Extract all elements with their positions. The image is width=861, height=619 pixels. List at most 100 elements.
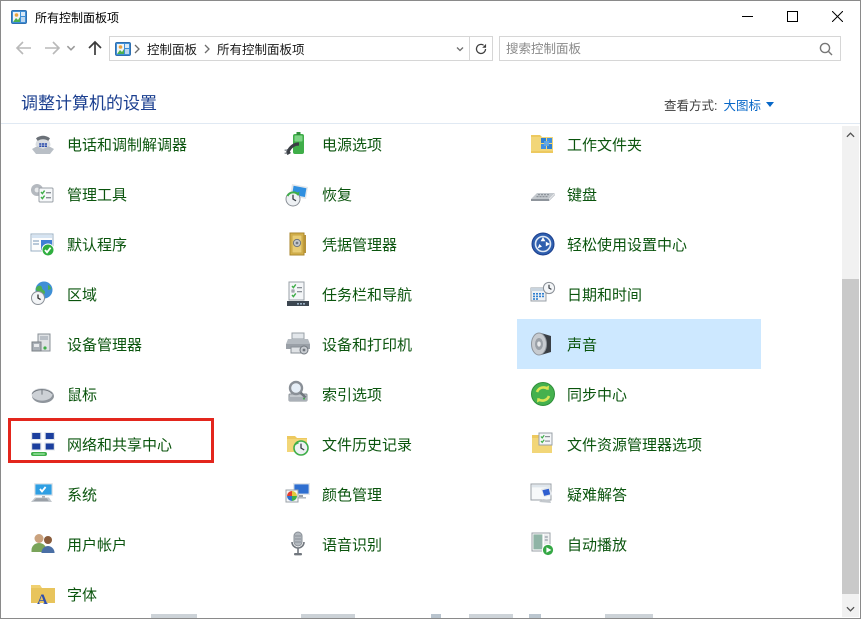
system-icon <box>29 480 57 508</box>
control-panel-item-file-history[interactable]: 文件历史记录 <box>272 419 512 469</box>
item-label: 键盘 <box>567 184 597 205</box>
item-label: 默认程序 <box>67 234 127 255</box>
admin-tools-icon <box>29 180 57 208</box>
control-panel-item-credential-manager[interactable]: 凭据管理器 <box>272 219 512 269</box>
partial-icon-fragment <box>469 614 513 619</box>
control-panel-item-troubleshooting[interactable]: 疑难解答 <box>517 469 761 519</box>
control-panel-item-default-programs[interactable]: 默认程序 <box>17 219 257 269</box>
items-column-3: 工作文件夹键盘轻松使用设置中心日期和时间声音同步中心文件资源管理器选项疑难解答自… <box>517 119 761 569</box>
partial-icon-fragment <box>431 614 441 619</box>
item-label: 凭据管理器 <box>322 234 397 255</box>
item-label: 日期和时间 <box>567 284 642 305</box>
search-box[interactable] <box>499 36 841 61</box>
sync-center-icon <box>529 380 557 408</box>
item-label: 颜色管理 <box>322 484 382 505</box>
control-panel-item-phone-and-modem[interactable]: 电话和调制解调器 <box>17 119 257 169</box>
control-panel-item-date-and-time[interactable]: 日期和时间 <box>517 269 761 319</box>
window-controls <box>725 1 860 32</box>
control-panel-item-taskbar-navigation[interactable]: 任务栏和导航 <box>272 269 512 319</box>
page-title: 调整计算机的设置 <box>21 89 157 114</box>
item-label: 区域 <box>67 284 97 305</box>
autoplay-icon <box>529 530 557 558</box>
svg-text:A: A <box>37 592 48 608</box>
partial-icon-fragment <box>529 614 541 619</box>
view-by-label: 查看方式: <box>664 95 717 114</box>
close-button[interactable] <box>815 1 860 32</box>
minimize-button[interactable] <box>725 1 770 32</box>
back-icon[interactable] <box>13 38 33 58</box>
speech-recognition-icon <box>284 530 312 558</box>
devices-and-printers-icon <box>284 330 312 358</box>
control-panel-item-work-folders[interactable]: 工作文件夹 <box>517 119 761 169</box>
breadcrumb-chevron-icon <box>133 43 141 55</box>
file-history-icon <box>284 430 312 458</box>
control-panel-icon <box>11 9 27 25</box>
forward-icon[interactable] <box>43 38 63 58</box>
item-label: 自动播放 <box>567 534 627 555</box>
item-label: 轻松使用设置中心 <box>567 234 687 255</box>
recent-locations-chevron-icon[interactable] <box>65 42 77 54</box>
date-and-time-icon <box>529 280 557 308</box>
scroll-down-icon[interactable] <box>842 600 859 617</box>
vertical-scrollbar[interactable] <box>842 126 859 617</box>
item-label: 索引选项 <box>322 384 382 405</box>
control-panel-item-region[interactable]: 区域 <box>17 269 257 319</box>
control-panel-item-network-sharing-center[interactable]: 网络和共享中心 <box>17 419 257 469</box>
search-icon[interactable] <box>818 41 834 57</box>
breadcrumb-all-items[interactable]: 所有控制面板项 <box>213 39 309 58</box>
power-options-icon <box>284 130 312 158</box>
control-panel-item-speech-recognition[interactable]: 语音识别 <box>272 519 512 569</box>
control-panel-item-color-management[interactable]: 颜色管理 <box>272 469 512 519</box>
partial-icon-fragment <box>151 614 197 619</box>
recovery-icon <box>284 180 312 208</box>
control-panel-item-mouse[interactable]: 鼠标 <box>17 369 257 419</box>
sound-icon <box>529 330 557 358</box>
control-panel-item-fonts[interactable]: A 字体 <box>17 569 257 619</box>
control-panel-item-autoplay[interactable]: 自动播放 <box>517 519 761 569</box>
user-accounts-icon <box>29 530 57 558</box>
item-label: 鼠标 <box>67 384 97 405</box>
maximize-button[interactable] <box>770 1 815 32</box>
default-programs-icon <box>29 230 57 258</box>
control-panel-item-admin-tools[interactable]: 管理工具 <box>17 169 257 219</box>
address-bar[interactable]: 控制面板 所有控制面板项 <box>109 36 493 61</box>
item-label: 设备和打印机 <box>322 334 412 355</box>
partial-icon-fragment <box>301 614 355 619</box>
item-label: 字体 <box>67 584 97 605</box>
control-panel-item-file-explorer-options[interactable]: 文件资源管理器选项 <box>517 419 761 469</box>
control-panel-item-sync-center[interactable]: 同步中心 <box>517 369 761 419</box>
items-column-2: 电源选项恢复凭据管理器任务栏和导航设备和打印机索引选项文件历史记录颜色管理语音识… <box>272 119 512 569</box>
scrollbar-thumb[interactable] <box>842 279 859 594</box>
scroll-up-icon[interactable] <box>842 126 859 143</box>
control-panel-item-keyboard[interactable]: 键盘 <box>517 169 761 219</box>
device-manager-icon <box>29 330 57 358</box>
control-panel-item-system[interactable]: 系统 <box>17 469 257 519</box>
credential-manager-icon <box>284 230 312 258</box>
phone-and-modem-icon <box>29 130 57 158</box>
control-panel-item-devices-and-printers[interactable]: 设备和打印机 <box>272 319 512 369</box>
refresh-icon[interactable] <box>470 37 492 60</box>
breadcrumb-control-panel[interactable]: 控制面板 <box>143 39 201 58</box>
control-panel-item-recovery[interactable]: 恢复 <box>272 169 512 219</box>
item-label: 恢复 <box>322 184 352 205</box>
address-dropdown-chevron-icon[interactable] <box>451 37 469 60</box>
up-icon[interactable] <box>85 38 105 58</box>
control-panel-item-user-accounts[interactable]: 用户帐户 <box>17 519 257 569</box>
view-by-dropdown-caret-icon[interactable] <box>766 102 774 107</box>
control-panel-item-sound[interactable]: 声音 <box>517 319 761 369</box>
control-panel-item-indexing-options[interactable]: 索引选项 <box>272 369 512 419</box>
item-label: 声音 <box>567 334 597 355</box>
view-by-control: 查看方式: 大图标 <box>664 95 774 114</box>
control-panel-window: 所有控制面板项 控制面板 <box>0 0 861 619</box>
control-panel-item-ease-of-access-center[interactable]: 轻松使用设置中心 <box>517 219 761 269</box>
view-by-value-link[interactable]: 大图标 <box>723 95 761 114</box>
fonts-icon: A <box>29 580 57 608</box>
control-panel-item-power-options[interactable]: 电源选项 <box>272 119 512 169</box>
partial-icon-fragment <box>605 614 653 619</box>
item-label: 同步中心 <box>567 384 627 405</box>
file-explorer-options-icon <box>529 430 557 458</box>
control-panel-item-device-manager[interactable]: 设备管理器 <box>17 319 257 369</box>
network-sharing-center-icon <box>29 430 57 458</box>
search-input[interactable] <box>500 42 818 56</box>
items-grid: 电话和调制解调器管理工具默认程序区域设备管理器鼠标网络和共享中心系统用户帐户 A 字… <box>1 119 845 619</box>
